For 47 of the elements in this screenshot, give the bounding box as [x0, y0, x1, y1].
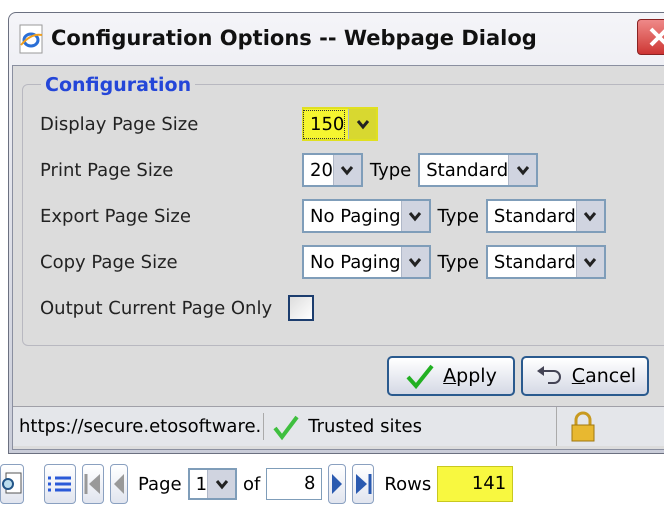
rows-label: Rows	[383, 472, 432, 496]
rows-count-field: 141	[437, 466, 514, 502]
find-document-button[interactable]	[0, 464, 24, 504]
caret-icon	[340, 164, 354, 176]
checkmark-icon	[405, 363, 436, 389]
window-title: Configuration Options -- Webpage Dialog	[51, 25, 537, 52]
caret-icon	[583, 256, 598, 268]
security-zone: Trusted sites	[308, 415, 422, 439]
dropdown[interactable]: 150	[302, 107, 378, 141]
field-label: Display Page Size	[40, 112, 200, 136]
page-label: Page	[137, 472, 182, 496]
browser-icon	[17, 23, 45, 55]
type-label: Type	[368, 158, 412, 182]
type-label: Type	[436, 250, 480, 274]
field-label: Copy Page Size	[40, 250, 179, 274]
caret-icon	[408, 210, 422, 222]
field-label: Output Current Page Only	[40, 296, 272, 320]
close-icon	[648, 26, 664, 48]
apply-button[interactable]: Apply	[387, 356, 515, 396]
caret-icon	[356, 118, 370, 130]
dropdown[interactable]: No Paging	[302, 199, 431, 233]
last-page-button[interactable]	[352, 464, 374, 504]
list-view-button[interactable]	[44, 464, 76, 504]
caret-icon	[583, 210, 598, 222]
caret-icon	[516, 164, 530, 176]
dropdown[interactable]: 1	[188, 468, 238, 500]
caret-icon	[408, 256, 422, 268]
dropdown[interactable]: No Paging	[302, 245, 431, 279]
of-label: of	[243, 472, 260, 496]
type-label: Type	[436, 204, 480, 228]
status-url: https://secure.etosoftware.	[13, 413, 264, 440]
dropdown[interactable]: Standard	[418, 153, 538, 187]
next-page-button[interactable]	[328, 464, 346, 504]
field-label: Print Page Size	[40, 158, 174, 182]
first-page-button[interactable]	[82, 464, 104, 504]
first-page-icon	[83, 472, 103, 496]
dropdown[interactable]: Standard	[486, 199, 606, 233]
cancel-button[interactable]: Cancel	[521, 356, 649, 396]
padlock-icon	[568, 410, 597, 442]
checkbox[interactable]	[288, 295, 314, 321]
dropdown[interactable]: 20	[302, 153, 363, 187]
total-pages-field: 8	[266, 468, 322, 500]
previous-page-button[interactable]	[110, 464, 128, 504]
dropdown[interactable]: Standard	[486, 245, 606, 279]
caret-icon	[214, 478, 229, 490]
last-page-icon	[353, 472, 374, 496]
field-label: Export Page Size	[40, 204, 192, 228]
